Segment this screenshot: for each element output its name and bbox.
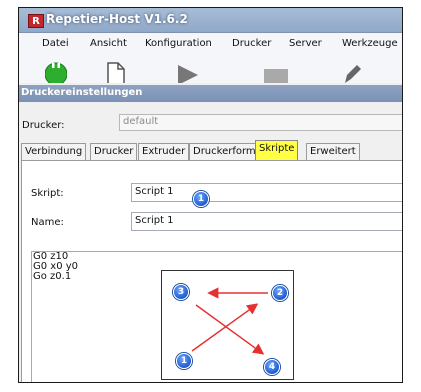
dialog-title: Druckereinstellungen	[21, 87, 143, 98]
menu-werkzeuge[interactable]: Werkzeuge	[342, 38, 398, 49]
stop-icon[interactable]	[263, 61, 289, 83]
menu-datei[interactable]: Datei	[42, 38, 69, 49]
tab-skripte[interactable]: Skripte	[255, 140, 299, 161]
tab-druckerform[interactable]: Druckerform	[189, 143, 260, 161]
play-icon[interactable]	[177, 61, 199, 83]
annotation-badge-1: 1	[193, 191, 209, 207]
dialog-title-bar: Druckereinstellungen	[19, 85, 402, 102]
menu-server[interactable]: Server	[289, 38, 322, 49]
document-icon[interactable]	[106, 61, 126, 83]
app-logo-icon: R	[28, 14, 44, 28]
menu-bar: Datei Ansicht Konfiguration Drucker Serv…	[19, 33, 402, 57]
name-label: Name:	[31, 217, 64, 228]
title-bar: R Repetier-Host V1.6.2	[19, 8, 402, 33]
diagram-badge-3: 3	[173, 284, 189, 300]
settings-tabs: Verbindung Drucker Extruder Druckerform …	[21, 139, 402, 161]
script-label: Skript:	[31, 188, 64, 199]
pen-icon[interactable]	[341, 61, 363, 83]
arrow-1-to-2	[191, 303, 259, 352]
diagram-badge-2: 2	[272, 285, 288, 301]
printer-select[interactable]: default	[119, 114, 402, 131]
app-title: Repetier-Host V1.6.2	[46, 12, 188, 26]
menu-drucker[interactable]: Drucker	[232, 38, 271, 49]
menu-konfiguration[interactable]: Konfiguration	[145, 38, 212, 49]
printer-label: Drucker:	[22, 120, 65, 131]
tab-erweitert[interactable]: Erweitert	[306, 143, 360, 161]
script-select[interactable]: Script 1	[131, 183, 402, 202]
diagram-badge-4: 4	[264, 359, 280, 375]
diagram-badge-1: 1	[176, 353, 192, 369]
toolbar	[19, 57, 402, 83]
sequence-diagram: 3 2 1 4	[161, 270, 294, 380]
name-input[interactable]: Script 1	[131, 212, 402, 231]
arrow-3-to-4	[195, 304, 265, 355]
tab-extruder[interactable]: Extruder	[138, 143, 190, 161]
tab-drucker[interactable]: Drucker	[90, 143, 138, 161]
connect-icon[interactable]	[45, 59, 67, 83]
tab-verbindung[interactable]: Verbindung	[21, 143, 87, 161]
menu-ansicht[interactable]: Ansicht	[90, 38, 127, 49]
script-line: G0 z10	[33, 251, 69, 262]
